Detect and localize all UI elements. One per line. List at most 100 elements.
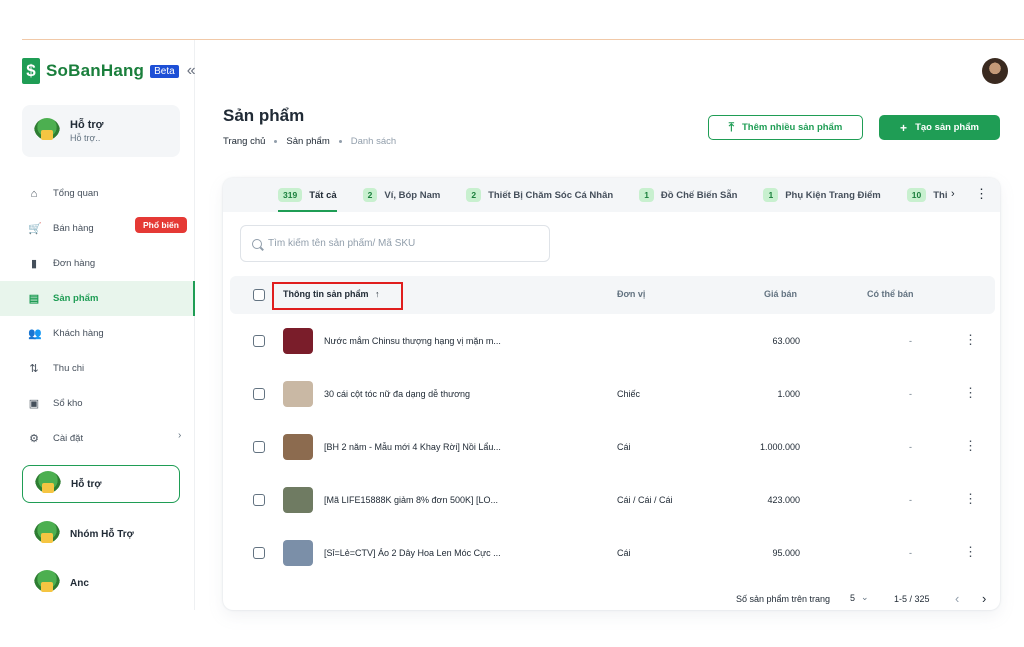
workspace-name: Nhóm Hỗ Trợ <box>70 528 134 540</box>
row-checkbox[interactable] <box>253 547 265 559</box>
product-thumbnail <box>283 434 313 460</box>
sidebar-item-overview[interactable]: ⌂ Tổng quan <box>0 176 195 211</box>
table-row[interactable]: Nước mắm Chinsu thượng hạng vị mặn m... … <box>223 314 1000 367</box>
breadcrumb-products[interactable]: Sản phẩm <box>286 136 329 147</box>
product-list-card: 319 Tất cả 2 Ví, Bóp Nam 2 Thiết Bị Chăm Só… <box>223 178 1000 610</box>
workspace-avatar-icon <box>34 521 60 547</box>
rows-per-page-value: 5 <box>850 592 856 603</box>
product-price: 1.000.000 <box>759 442 800 452</box>
select-all-checkbox[interactable] <box>253 289 265 301</box>
sidebar-item-label: Bán hàng <box>53 223 94 234</box>
breadcrumb-current: Danh sách <box>350 136 397 147</box>
table-row[interactable]: [Mã LIFE15888K giảm 8% đơn 500K] [LO... … <box>223 473 1000 526</box>
sidebar-item-label: Thu chi <box>53 363 85 374</box>
tab-count: 2 <box>362 188 378 202</box>
current-workspace-card[interactable]: Hỗ trợ Hỗ trợ.. <box>22 105 180 157</box>
chevron-right-icon: › <box>178 430 182 441</box>
tabs-scroll-right-icon[interactable]: › <box>951 188 955 200</box>
row-menu-icon[interactable]: ⋮ <box>964 544 977 560</box>
category-tabs: 319 Tất cả 2 Ví, Bóp Nam 2 Thiết Bị Chăm Só… <box>223 178 1000 212</box>
breadcrumb-separator <box>338 140 342 143</box>
workspace-avatar-icon <box>34 570 60 596</box>
prev-page-icon[interactable]: ‹ <box>955 591 959 606</box>
sidebar-item-label: Đơn hàng <box>53 258 96 269</box>
product-name[interactable]: [BH 2 năm - Mẫu mới 4 Khay Rời] Nồi Lẩu.… <box>324 442 524 452</box>
create-product-button[interactable]: + Tạo sản phẩm <box>879 115 1000 140</box>
tab-makeup-accessories[interactable]: 1 Phụ Kiện Trang Điểm <box>763 178 881 212</box>
sidebar-item-products[interactable]: ▤ Sản phẩm <box>0 281 195 316</box>
row-menu-icon[interactable]: ⋮ <box>964 438 977 454</box>
tab-label: Thi <box>933 189 948 201</box>
users-icon: 👥 <box>28 327 42 340</box>
tab-label: Đồ Chế Biến Sẵn <box>660 189 738 201</box>
product-price: 95.000 <box>772 548 800 558</box>
tab-label: Phụ Kiện Trang Điểm <box>785 189 881 201</box>
next-page-icon[interactable]: › <box>982 591 986 606</box>
rows-per-page-select[interactable]: 5 ⌄ <box>850 592 869 603</box>
product-available: - <box>909 442 912 452</box>
row-menu-icon[interactable]: ⋮ <box>964 385 977 401</box>
workspace-name: Hỗ trợ <box>71 478 102 490</box>
chevron-down-icon: ⌄ <box>861 592 869 602</box>
pagination: Số sản phẩm trên trang 5 ⌄ 1-5 / 325 ‹ › <box>223 590 1000 610</box>
product-unit: Cái / Cái / Cái <box>617 495 673 505</box>
sidebar-item-customers[interactable]: 👥 Khách hàng <box>0 316 195 351</box>
product-thumbnail <box>283 328 313 354</box>
product-name[interactable]: [Mã LIFE15888K giảm 8% đơn 500K] [LO... <box>324 495 524 505</box>
breadcrumb-separator <box>274 140 278 143</box>
sidebar-item-inventory[interactable]: ▣ Sổ kho <box>0 386 195 421</box>
beta-badge: Beta <box>150 64 179 78</box>
product-name[interactable]: 30 cái cột tóc nữ đa dạng dễ thương <box>324 389 524 399</box>
workspace-item-support-group[interactable]: Nhóm Hỗ Trợ <box>22 515 180 553</box>
workspace-subtitle: Hỗ trợ.. <box>70 133 101 143</box>
sidebar-item-settings[interactable]: ⚙ Cài đặt <box>0 421 195 456</box>
row-checkbox[interactable] <box>253 388 265 400</box>
bulk-add-products-button[interactable]: ⤒ Thêm nhiều sản phẩm <box>708 115 863 140</box>
tab-prepared-food[interactable]: 1 Đồ Chế Biến Sẵn <box>639 178 737 212</box>
product-unit: Cái <box>617 442 631 452</box>
tab-count: 1 <box>639 188 654 202</box>
workspace-item-anc[interactable]: Anc <box>22 564 180 602</box>
product-thumbnail <box>283 381 313 407</box>
gear-icon: ⚙ <box>29 432 39 445</box>
rows-per-page-label: Số sản phẩm trên trang <box>736 594 831 604</box>
product-name[interactable]: [Sỉ=Lẻ=CTV] Áo 2 Dây Hoa Len Móc Cực ... <box>324 548 524 558</box>
search-input[interactable] <box>268 238 528 249</box>
product-available: - <box>909 548 912 558</box>
sidebar-item-orders[interactable]: ▮ Đơn hàng <box>0 246 195 281</box>
product-name[interactable]: Nước mắm Chinsu thượng hạng vị mặn m... <box>324 336 524 346</box>
product-available: - <box>909 389 912 399</box>
tab-label: Thiết Bị Chăm Sóc Cá Nhân <box>488 189 614 201</box>
product-price: 423.000 <box>767 495 800 505</box>
row-checkbox[interactable] <box>253 441 265 453</box>
tab-wallets[interactable]: 2 Ví, Bóp Nam <box>362 178 440 212</box>
table-row[interactable]: [Sỉ=Lẻ=CTV] Áo 2 Dây Hoa Len Móc Cực ...… <box>223 526 1000 579</box>
dollar-icon: $ <box>22 58 40 84</box>
highlight-box <box>272 282 403 310</box>
sidebar-item-cashflow[interactable]: ⇅ Thu chi <box>0 351 195 386</box>
row-checkbox[interactable] <box>253 335 265 347</box>
workspace-avatar-icon <box>34 118 60 144</box>
tab-personal-care[interactable]: 2 Thiết Bị Chăm Sóc Cá Nhân <box>466 178 613 212</box>
product-search[interactable] <box>240 225 550 262</box>
table-row[interactable]: [BH 2 năm - Mẫu mới 4 Khay Rời] Nồi Lẩu.… <box>223 420 1000 473</box>
cart-icon: 🛒 <box>28 222 42 235</box>
table-row[interactable]: 30 cái cột tóc nữ đa dạng dễ thương Chiế… <box>223 367 1000 420</box>
row-menu-icon[interactable]: ⋮ <box>964 332 977 348</box>
row-menu-icon[interactable]: ⋮ <box>964 491 977 507</box>
workspace-title: Hỗ trợ <box>70 119 104 131</box>
document-icon: ▮ <box>30 257 38 270</box>
tab-all[interactable]: 319 Tất cả <box>278 178 337 212</box>
tab-truncated[interactable]: 10 Thi <box>906 178 948 212</box>
sidebar-item-label: Cài đặt <box>53 433 84 444</box>
collapse-sidebar-icon[interactable]: « <box>187 62 196 80</box>
tabs-more-icon[interactable]: ⋮ <box>975 186 988 202</box>
column-available: Có thể bán <box>867 289 914 299</box>
workspace-item-support[interactable]: Hỗ trợ <box>22 465 180 503</box>
row-checkbox[interactable] <box>253 494 265 506</box>
workspace-avatar-icon <box>35 471 61 497</box>
plus-icon: + <box>900 120 908 135</box>
brand-logo[interactable]: $ SoBanHang Beta « <box>22 58 196 84</box>
user-avatar[interactable] <box>982 58 1008 84</box>
breadcrumb-home[interactable]: Trang chủ <box>223 136 265 147</box>
